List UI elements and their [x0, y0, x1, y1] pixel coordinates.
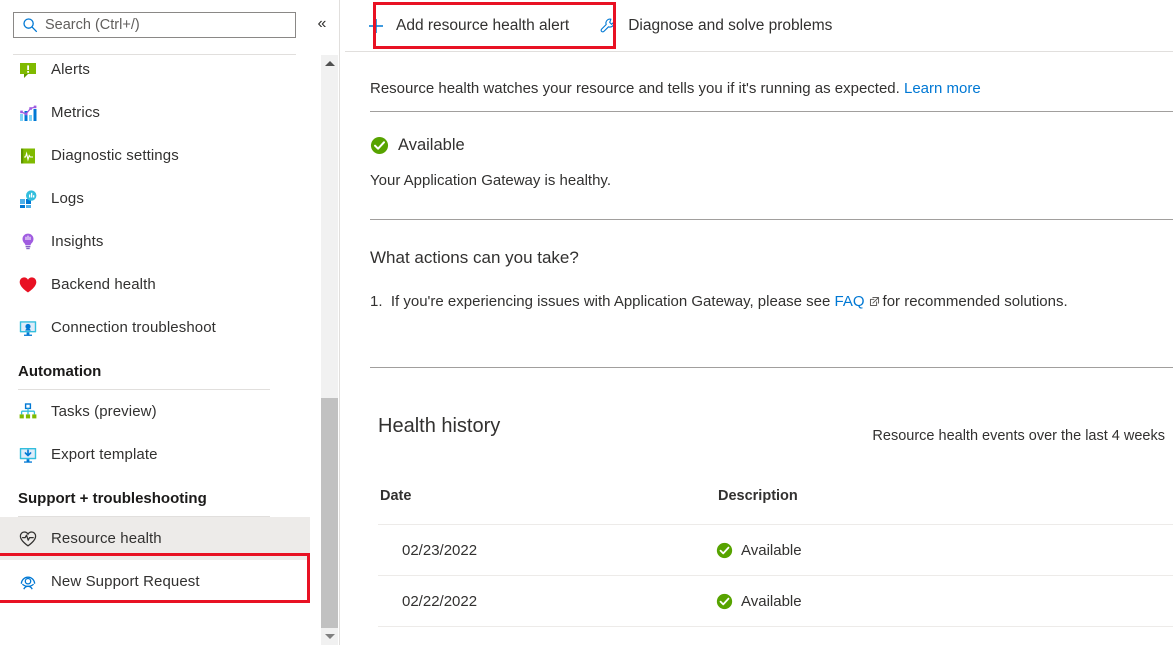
check-circle-green-icon — [716, 542, 733, 559]
scroll-down-arrow-icon[interactable] — [321, 628, 338, 645]
cell-description: Available — [716, 593, 802, 610]
sidebar-item-alerts[interactable]: Alerts — [0, 48, 310, 91]
table-row[interactable]: 02/22/2022 Available — [378, 575, 1173, 626]
sidebar-item-logs[interactable]: Logs — [0, 177, 310, 220]
search-box[interactable] — [13, 12, 296, 38]
cell-date: 02/22/2022 — [378, 593, 716, 610]
export-template-icon — [18, 445, 38, 465]
sidebar-item-new-support-request[interactable]: New Support Request — [0, 560, 310, 603]
add-resource-health-alert-button[interactable]: Add resource health alert — [367, 10, 569, 42]
sidebar-item-resource-health[interactable]: Resource health — [0, 517, 310, 560]
logs-icon — [18, 189, 38, 209]
table-bottom-border — [378, 626, 1173, 628]
command-bar: Add resource health alert Diagnose and s… — [345, 0, 1173, 51]
check-circle-green-icon — [716, 593, 733, 610]
sidebar-item-label: Metrics — [51, 104, 100, 121]
sidebar-search-row: « — [0, 0, 340, 48]
column-header-date: Date — [378, 488, 718, 504]
metrics-icon — [18, 103, 38, 123]
faq-link[interactable]: FAQ — [835, 293, 865, 310]
sidebar-item-connection-troubleshoot[interactable]: Connection troubleshoot — [0, 306, 310, 349]
main-content: Add resource health alert Diagnose and s… — [345, 0, 1173, 645]
alerts-icon — [18, 60, 38, 80]
sidebar-item-label: Export template — [51, 446, 158, 463]
availability-status-description: Your Application Gateway is healthy. — [370, 172, 611, 189]
sidebar-item-label: Tasks (preview) — [51, 403, 157, 420]
cell-description: Available — [716, 542, 802, 559]
actions-body: 1. If you're experiencing issues with Ap… — [370, 290, 1160, 313]
external-link-icon — [869, 296, 880, 307]
action-number: 1. — [370, 293, 383, 310]
plus-icon — [367, 17, 385, 35]
intro-text: Resource health watches your resource an… — [370, 80, 900, 97]
azure-portal-resource-health-screen: « Alerts — [0, 0, 1173, 645]
learn-more-link[interactable]: Learn more — [904, 80, 981, 97]
cell-date: 02/23/2022 — [378, 542, 716, 559]
diagnose-and-solve-problems-label: Diagnose and solve problems — [628, 17, 832, 35]
sidebar-item-label: Connection troubleshoot — [51, 319, 216, 336]
sidebar-group-title: Automation — [18, 363, 310, 380]
sidebar-group-title: Support + troubleshooting — [18, 490, 310, 507]
sidebar-item-label: Alerts — [51, 61, 90, 78]
diagnose-and-solve-problems-button[interactable]: Diagnose and solve problems — [599, 10, 832, 42]
new-support-request-icon — [18, 572, 38, 592]
sidebar-scrollbar[interactable] — [321, 55, 338, 645]
health-history-title: Health history — [378, 415, 500, 438]
collapse-sidebar-button[interactable]: « — [310, 12, 334, 36]
health-history-subtitle: Resource health events over the last 4 w… — [872, 428, 1165, 444]
diagnostic-settings-icon — [18, 146, 38, 166]
sidebar-group-automation: Automation — [0, 349, 310, 384]
divider-1 — [370, 111, 1173, 112]
tasks-icon — [18, 402, 38, 422]
sidebar-group-support-troubleshooting: Support + troubleshooting — [0, 476, 310, 511]
sidebar-item-metrics[interactable]: Metrics — [0, 91, 310, 134]
sidebar-item-diagnostic-settings[interactable]: Diagnostic settings — [0, 134, 310, 177]
sidebar-item-export-template[interactable]: Export template — [0, 433, 310, 476]
sidebar-item-label: Resource health — [51, 530, 162, 547]
table-row[interactable]: 02/23/2022 Available — [378, 524, 1173, 575]
table-header-row: Date Description — [378, 488, 1173, 524]
sidebar-item-label: New Support Request — [51, 573, 200, 590]
add-resource-health-alert-label: Add resource health alert — [396, 17, 569, 35]
cell-status-label: Available — [741, 542, 802, 559]
search-icon — [22, 17, 38, 33]
sidebar-nav-list: Alerts Metrics — [0, 48, 310, 645]
intro-text-block: Resource health watches your resource an… — [370, 78, 1160, 100]
cell-status-label: Available — [741, 593, 802, 610]
sidebar-item-tasks-preview[interactable]: Tasks (preview) — [0, 390, 310, 433]
scroll-up-arrow-icon[interactable] — [321, 55, 338, 72]
insights-icon — [18, 232, 38, 252]
sidebar-item-backend-health[interactable]: Backend health — [0, 263, 310, 306]
chevron-double-left-icon: « — [318, 16, 327, 32]
sidebar-item-label: Diagnostic settings — [51, 147, 179, 164]
sidebar-item-label: Backend health — [51, 276, 156, 293]
resource-health-icon — [18, 529, 38, 549]
column-header-description: Description — [718, 488, 798, 504]
search-input[interactable] — [45, 15, 289, 35]
sidebar-right-border — [339, 0, 340, 645]
divider-2 — [370, 219, 1173, 220]
availability-status-label: Available — [398, 136, 465, 155]
connection-troubleshoot-icon — [18, 318, 38, 338]
health-history-table: Date Description 02/23/2022 Available 02… — [378, 488, 1173, 628]
sidebar-item-label: Insights — [51, 233, 104, 250]
action-text-after: for recommended solutions. — [883, 293, 1068, 310]
action-text-before: If you're experiencing issues with Appli… — [391, 293, 831, 310]
divider-3 — [370, 367, 1173, 368]
check-circle-green-icon — [370, 136, 389, 155]
sidebar-item-label: Logs — [51, 190, 84, 207]
scrollbar-thumb[interactable] — [321, 398, 338, 628]
command-bar-divider — [345, 51, 1173, 52]
availability-status-row: Available — [370, 136, 465, 155]
backend-health-icon — [18, 275, 38, 295]
actions-heading: What actions can you take? — [370, 248, 579, 268]
wrench-icon — [599, 17, 617, 35]
sidebar-item-insights[interactable]: Insights — [0, 220, 310, 263]
left-sidebar: « Alerts — [0, 0, 340, 645]
